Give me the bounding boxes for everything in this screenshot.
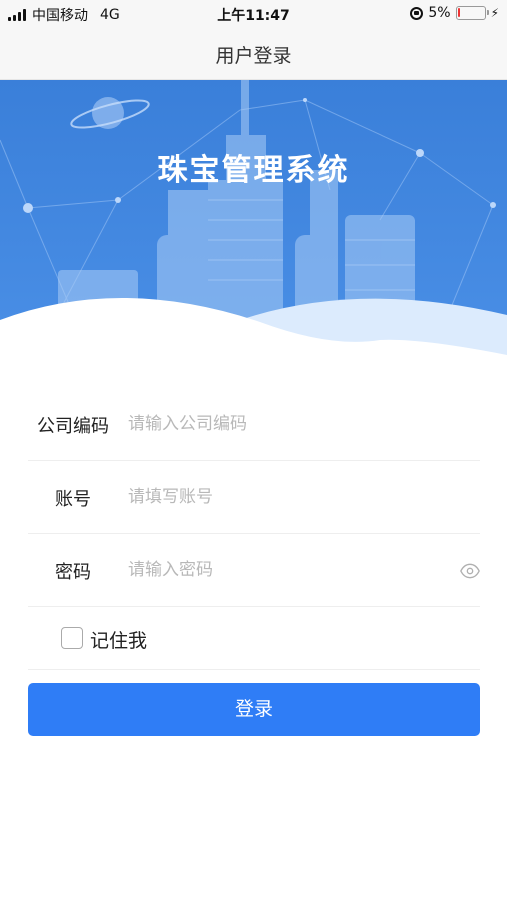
login-button[interactable]: 登录 — [28, 683, 480, 736]
battery-fill — [457, 8, 460, 17]
battery-percent: 5% — [428, 5, 451, 21]
account-row: 账号 — [28, 461, 480, 534]
nav-bar: 用户登录 — [0, 28, 507, 80]
password-label: 密码 — [55, 562, 91, 583]
status-bar: 中国移动 4G 上午11:47 5% ⚡ — [0, 0, 507, 28]
password-row: 密码 — [28, 534, 480, 607]
remember-label[interactable]: 记住我 — [90, 626, 147, 653]
company-code-input[interactable] — [128, 410, 448, 438]
remember-checkbox[interactable] — [61, 627, 83, 649]
login-form: 公司编码 账号 密码 记住我 — [28, 388, 480, 670]
battery-icon — [455, 6, 489, 20]
company-code-label: 公司编码 — [37, 416, 109, 437]
login-screen: 中国移动 4G 上午11:47 5% ⚡ 用户登录 珠宝管理系统 公司编码 请输… — [0, 0, 507, 900]
eye-icon[interactable] — [460, 561, 480, 581]
hero-banner: 珠宝管理系统 — [0, 80, 507, 355]
banner-illustration — [0, 80, 507, 355]
status-right: 5% ⚡ — [410, 5, 499, 21]
charging-bolt-icon: ⚡ — [490, 6, 499, 20]
lock-rotation-icon — [410, 6, 424, 20]
page-title: 用户登录 — [215, 45, 292, 67]
account-input[interactable] — [128, 483, 448, 511]
remember-row: 记住我 — [28, 607, 480, 670]
banner-title: 珠宝管理系统 — [157, 153, 350, 188]
password-input[interactable] — [128, 556, 448, 584]
company-code-row: 公司编码 — [28, 388, 480, 461]
account-label: 账号 — [55, 489, 91, 510]
planet-icon — [70, 97, 150, 129]
